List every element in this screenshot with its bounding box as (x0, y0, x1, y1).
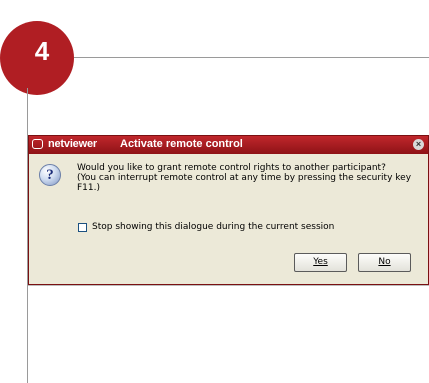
question-icon: ? (39, 164, 61, 186)
no-button-label: No (378, 257, 391, 267)
message-line: Would you like to grant remote control r… (77, 163, 386, 173)
step-number-badge: 4 (0, 21, 74, 95)
close-icon[interactable]: × (413, 139, 424, 150)
yes-button[interactable]: Yes (294, 253, 347, 272)
dialog-message: Would you like to grant remote control r… (77, 163, 422, 193)
no-button[interactable]: No (358, 253, 411, 272)
yes-button-label: Yes (313, 257, 328, 267)
message-line: (You can interrupt remote control at any… (77, 173, 412, 183)
activate-remote-control-dialog: netviewer Activate remote control × ? Wo… (28, 135, 429, 285)
message-line: F11.) (77, 183, 101, 193)
dialog-title: Activate remote control (120, 138, 243, 150)
stop-showing-checkbox[interactable] (78, 223, 87, 232)
divider-top (74, 57, 429, 58)
netviewer-logo-icon (32, 139, 43, 149)
brand-name: netviewer (48, 138, 97, 150)
stop-showing-checkbox-label[interactable]: Stop showing this dialogue during the cu… (92, 222, 334, 232)
dialog-titlebar[interactable]: netviewer Activate remote control × (29, 136, 428, 154)
